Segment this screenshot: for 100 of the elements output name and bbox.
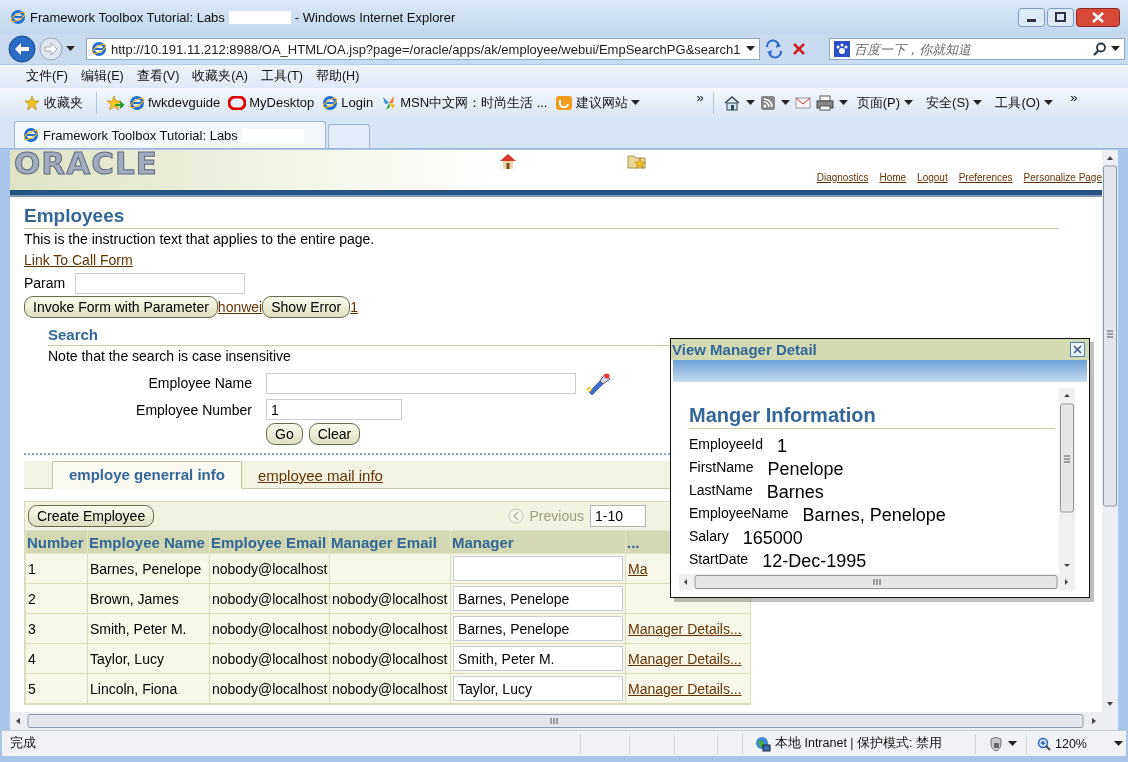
address-input[interactable]: http://10.191.11.212:8988/OA_HTML/OA.jsp?page=/oracle/apps/ak/employee/webui/EmpSearchPG&search1 [111, 41, 742, 57]
print-icon[interactable] [815, 94, 834, 111]
overflow-chevron[interactable]: » [696, 90, 704, 105]
param-field[interactable] [75, 272, 246, 294]
favorites-folder-icon[interactable] [627, 153, 647, 169]
flashlight-icon[interactable] [586, 371, 610, 395]
input-field[interactable]: 1 [266, 399, 402, 420]
manager-field[interactable]: Barnes, Penelope [453, 586, 623, 611]
favorite-link[interactable]: 建议网站 [555, 93, 641, 112]
caret-icon[interactable] [1111, 46, 1120, 52]
minimize-button[interactable] [1018, 8, 1045, 27]
close-button[interactable] [1076, 8, 1120, 27]
menu-item[interactable]: 收藏夹(A) [186, 66, 254, 87]
column-header: Employee Name [87, 530, 210, 554]
back-button[interactable] [8, 35, 36, 63]
table-cell: nobody@localhost [332, 650, 448, 667]
manager-field[interactable]: Smith, Peter M. [453, 646, 623, 671]
caret-icon[interactable] [66, 46, 75, 52]
column-header: Number [25, 530, 88, 554]
field-label: EmployeeName [689, 505, 789, 521]
horizontal-scrollbar[interactable] [10, 712, 1118, 730]
menu-item[interactable]: 帮助(H) [309, 66, 366, 87]
caret-icon[interactable] [838, 99, 848, 106]
search-button[interactable]: Go [266, 423, 303, 445]
favorite-link[interactable]: fwkdevguide [129, 94, 221, 111]
redaction-block [228, 10, 291, 24]
favorite-link[interactable]: MyDesktop [228, 95, 315, 110]
horizontal-scrollbar[interactable] [679, 574, 1075, 590]
call-form-link[interactable]: Link To Call Form [24, 252, 133, 268]
search-icon[interactable] [1093, 42, 1107, 56]
caret-icon [631, 99, 641, 106]
menu-item[interactable]: 查看(V) [130, 66, 186, 87]
favorites-button[interactable]: 收藏夹 [20, 91, 87, 114]
global-link[interactable]: Personalize Page [1023, 171, 1102, 183]
ie-icon [10, 9, 26, 25]
shield-lock-icon[interactable] [988, 735, 1004, 752]
action-link[interactable]: honwei [217, 299, 263, 315]
command-menu[interactable]: 工具(O) [991, 91, 1058, 114]
butterfly-icon [381, 94, 398, 111]
global-link[interactable]: Home [879, 171, 907, 183]
home-icon[interactable] [499, 153, 517, 169]
maximize-button[interactable] [1047, 8, 1074, 27]
manager-field[interactable]: Taylor, Lucy [453, 676, 623, 701]
caret-icon[interactable] [1008, 740, 1017, 747]
global-link[interactable]: Logout [917, 171, 948, 183]
caret-icon[interactable] [746, 46, 755, 52]
add-favorite-icon[interactable] [106, 94, 124, 111]
status-text: 完成 [10, 735, 37, 752]
favorite-link[interactable]: Login [322, 94, 374, 111]
window-title: - Windows Internet Explorer [294, 9, 456, 25]
create-button[interactable]: Create Employee [28, 505, 155, 527]
caret-icon[interactable] [780, 99, 790, 106]
table-cell: 2 [28, 590, 36, 607]
manager-field[interactable] [453, 556, 623, 581]
range-select[interactable]: 1-10 [590, 505, 646, 527]
subtab[interactable]: employee mail info [241, 463, 399, 489]
table-cell: Smith, Peter M. [90, 620, 187, 637]
suggest-icon [555, 94, 574, 111]
zoom-level[interactable]: 120% [1055, 736, 1087, 751]
previous-link: Previous [529, 508, 584, 524]
menu-item[interactable]: 编辑(E) [74, 66, 130, 87]
close-icon[interactable] [1070, 342, 1085, 357]
vertical-scrollbar[interactable] [1059, 388, 1075, 574]
vertical-scrollbar[interactable] [1102, 150, 1118, 712]
subtab[interactable]: employe generral info [52, 461, 242, 489]
details-link[interactable]: Ma [628, 560, 648, 577]
zoom-icon[interactable] [1037, 736, 1051, 751]
ie-icon [129, 94, 145, 111]
input-field[interactable] [266, 372, 576, 394]
table-cell: nobody@localhost [332, 620, 448, 637]
ie-icon [91, 41, 107, 57]
action-link[interactable]: 1 [350, 299, 359, 315]
search-button[interactable]: Clear [308, 423, 361, 445]
manager-field[interactable]: Barnes, Penelope [453, 616, 623, 641]
menu-item[interactable]: 文件(F) [20, 66, 74, 87]
field-label: StartDate [689, 551, 749, 567]
caret-icon[interactable] [1114, 740, 1123, 747]
table-cell: nobody@localhost [332, 680, 448, 697]
action-button[interactable]: Show Error [262, 296, 351, 318]
command-menu[interactable]: 页面(P) [852, 91, 918, 114]
global-link[interactable]: Diagnostics [816, 171, 869, 183]
table-cell: nobody@localhost [212, 560, 328, 577]
caret-icon[interactable] [745, 99, 755, 106]
favorite-link[interactable]: MSN中文网：时尚生活 ... [381, 93, 548, 112]
command-menu[interactable]: 安全(S) [922, 91, 987, 114]
menu-item[interactable]: 工具(T) [255, 66, 309, 87]
browser-tab[interactable]: Framework Toolbox Tutorial: Labs [14, 121, 326, 148]
search-input[interactable]: 百度一下，你就知道 [854, 41, 1089, 57]
globe-icon [755, 735, 771, 752]
star-icon [24, 94, 40, 111]
home-icon[interactable] [722, 94, 741, 111]
table-cell: Lincoln, Fiona [90, 680, 178, 697]
refresh-icon[interactable] [763, 39, 785, 59]
search-bar[interactable]: 百度一下，你就知道 [829, 38, 1125, 60]
mail-icon[interactable] [794, 95, 811, 110]
action-button[interactable]: Invoke Form with Parameter [24, 296, 218, 318]
paw-icon [834, 41, 850, 57]
global-link[interactable]: Preferences [958, 171, 1013, 183]
overflow-chevron[interactable]: » [1070, 90, 1078, 105]
address-bar[interactable]: http://10.191.11.212:8988/OA_HTML/OA.jsp?page=/oracle/apps/ak/employee/webui/EmpSearchPG&search1 [86, 38, 760, 60]
